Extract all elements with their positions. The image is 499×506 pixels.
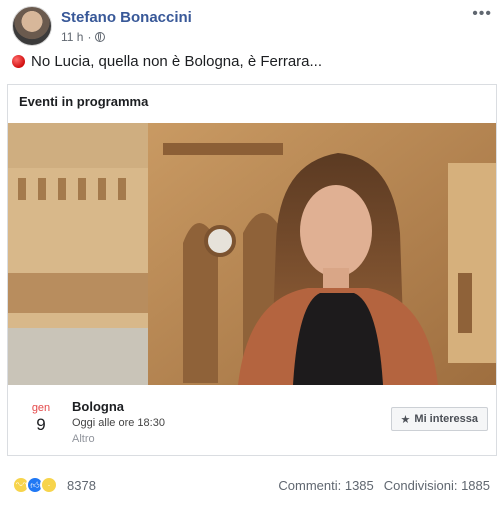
event-month: gen <box>31 402 51 414</box>
interest-button[interactable]: ★ Mi interessa <box>390 407 488 431</box>
post-text: No Lucia, quella non è Bologna, è Ferrar… <box>12 53 322 70</box>
globe-icon <box>95 32 106 42</box>
author-name[interactable]: Stefano Bonaccini <box>61 9 192 26</box>
post-footer: ᵔᵕᵔ 👍︎ ·︵· 8378 Commenti: 1385 Condivisi… <box>12 475 490 504</box>
interest-button-label: Mi interessa <box>414 413 478 425</box>
event-name[interactable]: Bologna <box>72 399 124 414</box>
event-photo[interactable] <box>8 123 497 385</box>
post-meta: 11 h · <box>61 30 106 44</box>
shares-count[interactable]: Condivisioni: 1885 <box>384 478 490 493</box>
star-icon: ★ <box>400 413 411 426</box>
reactions[interactable]: ᵔᵕᵔ 👍︎ ·︵· <box>12 476 58 504</box>
post-header: Stefano Bonaccini 11 h · ••• <box>12 6 492 50</box>
event-card[interactable]: Eventi in programma gen 9 Bologna Oggi a… <box>7 84 497 456</box>
sad-reaction-icon: ·︵· <box>40 476 58 504</box>
ellipsis-icon[interactable]: ••• <box>472 6 492 22</box>
author-avatar[interactable] <box>12 6 52 46</box>
post-time[interactable]: 11 h <box>61 30 83 44</box>
meta-separator: · <box>87 30 92 44</box>
engagement-counts: Commenti: 1385 Condivisioni: 1885 <box>278 478 490 493</box>
event-day: 9 <box>36 415 46 434</box>
comments-count[interactable]: Commenti: 1385 <box>278 478 373 493</box>
post-text-content: No Lucia, quella non è Bologna, è Ferrar… <box>31 53 323 70</box>
event-time: Oggi alle ore 18:30 <box>72 417 165 429</box>
card-section-title: Eventi in programma <box>19 94 149 109</box>
event-category: Altro <box>72 433 95 445</box>
red-circle-icon <box>12 55 25 68</box>
reaction-count[interactable]: 8378 <box>67 478 96 493</box>
event-details: gen 9 Bologna Oggi alle ore 18:30 Altro … <box>8 385 496 455</box>
